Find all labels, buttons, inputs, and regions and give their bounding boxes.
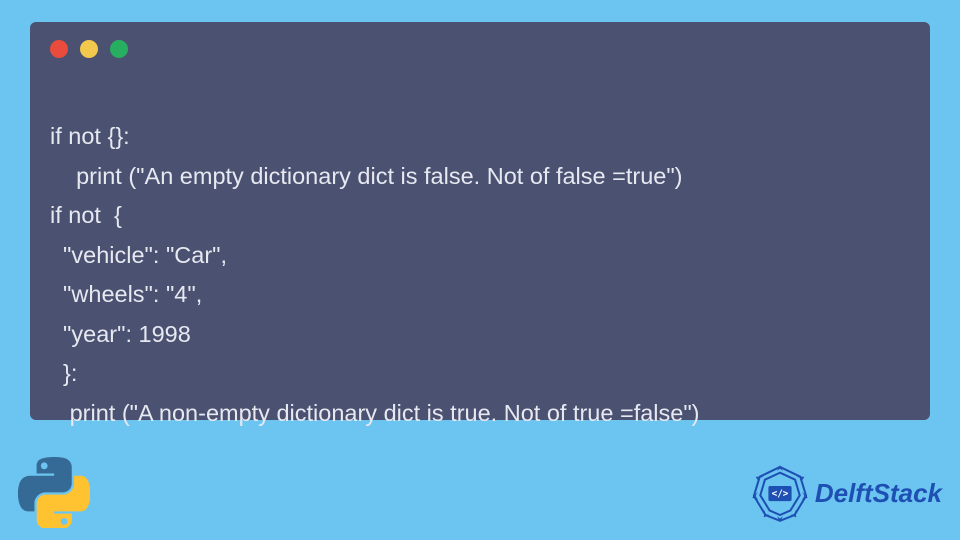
code-line: }:	[50, 360, 77, 386]
code-line: "vehicle": "Car",	[50, 242, 227, 268]
code-line: if not {}:	[50, 123, 130, 149]
code-line: print ("A non-empty dictionary dict is t…	[50, 400, 700, 426]
python-logo-icon	[18, 456, 90, 528]
minimize-icon	[80, 40, 98, 58]
code-line: "year": 1998	[50, 321, 191, 347]
code-line: if not {	[50, 202, 122, 228]
code-line: print ("An empty dictionary dict is fals…	[50, 163, 683, 189]
close-icon	[50, 40, 68, 58]
code-line: "wheels": "4",	[50, 281, 202, 307]
traffic-lights	[50, 40, 910, 58]
svg-text:</>: </>	[771, 488, 788, 499]
maximize-icon	[110, 40, 128, 58]
delftstack-logo-icon: </>	[751, 464, 809, 522]
code-window: if not {}: print ("An empty dictionary d…	[30, 22, 930, 420]
code-block: if not {}: print ("An empty dictionary d…	[50, 78, 910, 433]
brand-text: DelftStack	[815, 478, 942, 509]
delftstack-branding: </> DelftStack	[751, 464, 942, 522]
